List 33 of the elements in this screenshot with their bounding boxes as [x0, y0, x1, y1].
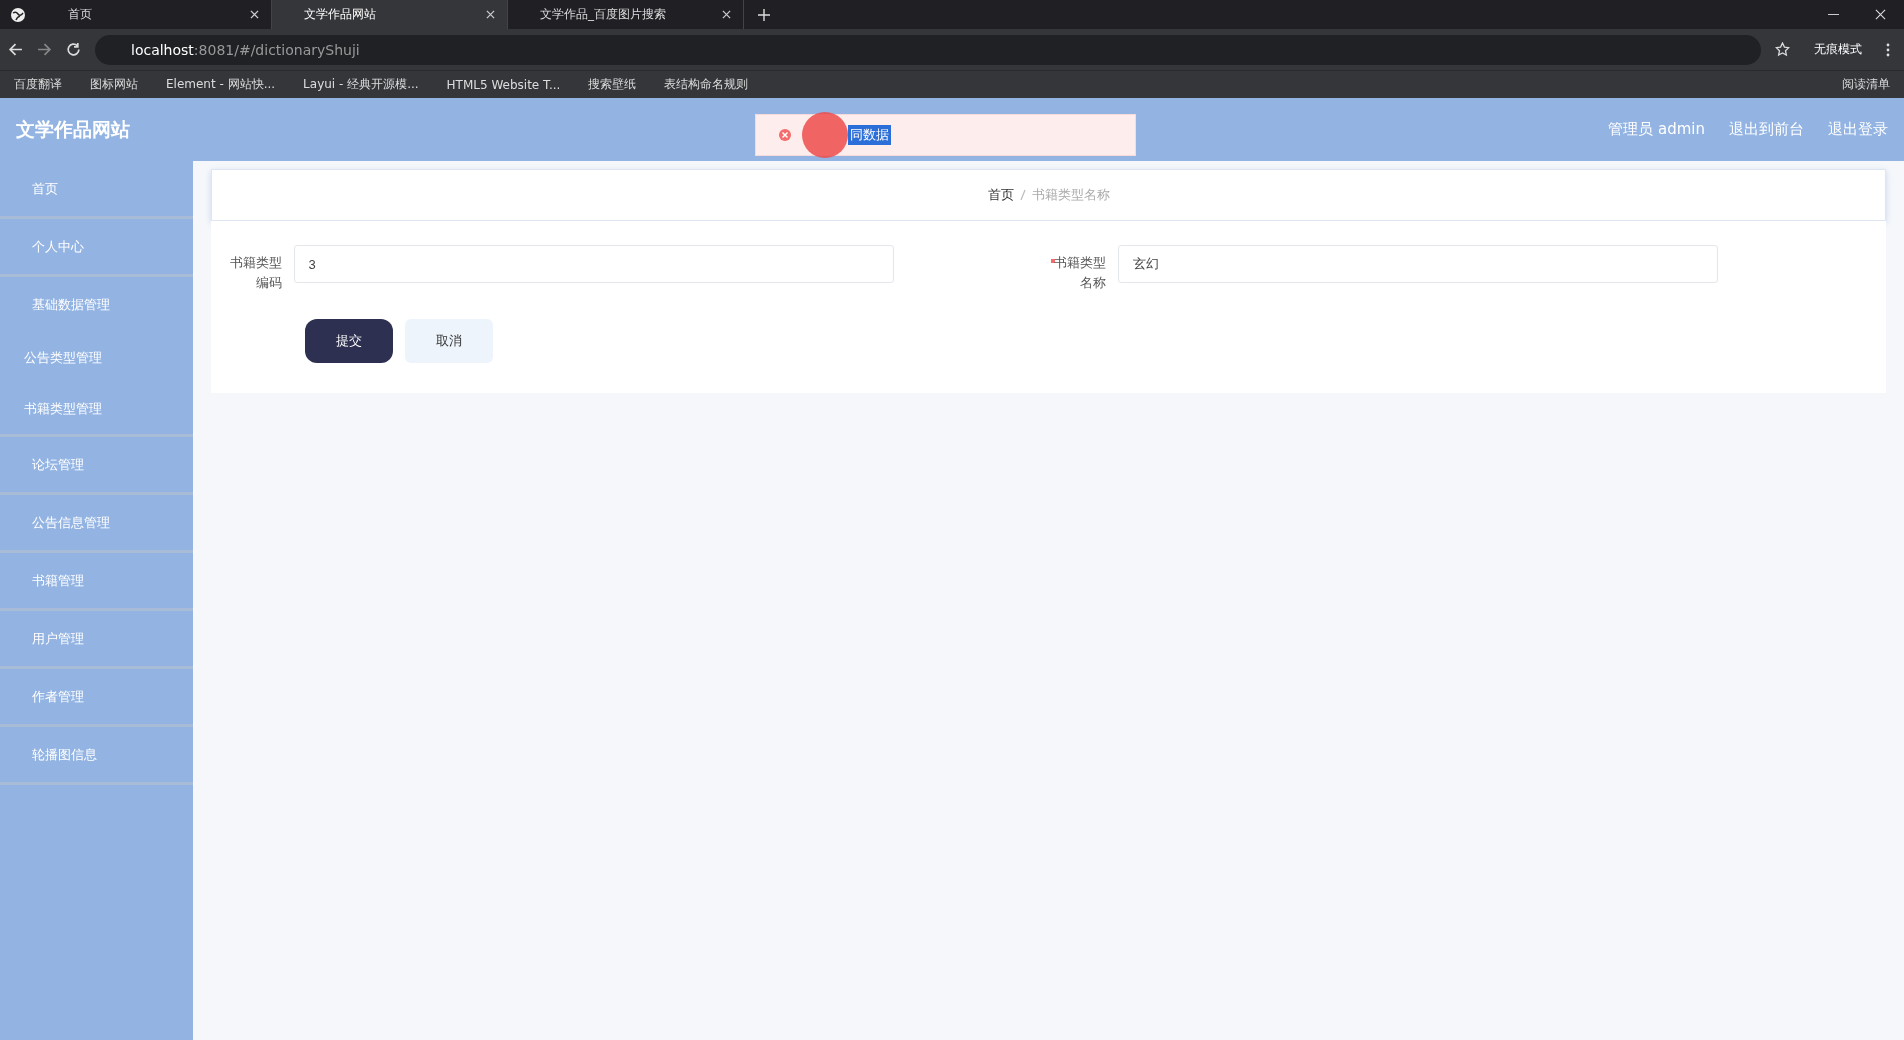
- bookmark[interactable]: 搜索壁纸: [588, 76, 637, 93]
- globe-icon: [10, 6, 26, 23]
- toast-message: 同数据: [848, 125, 891, 145]
- bookmark[interactable]: 百度翻译: [14, 76, 62, 93]
- bookmark[interactable]: Layui - 经典开源模...: [303, 76, 419, 93]
- bookmark[interactable]: Element - 网站快...: [166, 76, 276, 93]
- close-icon[interactable]: [486, 10, 495, 19]
- bookmark[interactable]: 图标网站: [90, 76, 138, 93]
- browser-tab[interactable]: 文学作品网站: [272, 0, 508, 29]
- field-label: 书籍类型编码: [228, 254, 282, 292]
- star-icon[interactable]: [1775, 42, 1790, 57]
- address-field[interactable]: localhost:8081/#/dictionaryShuji: [95, 34, 1761, 65]
- error-icon: [778, 128, 792, 142]
- reading-list-button[interactable]: 阅读清单: [1842, 76, 1890, 93]
- cancel-button[interactable]: 取消: [405, 319, 493, 363]
- breadcrumb-link[interactable]: 首页: [987, 186, 1014, 204]
- close-icon[interactable]: [1875, 9, 1886, 20]
- input-field[interactable]: 玄幻: [1117, 245, 1718, 283]
- close-icon[interactable]: [250, 10, 259, 19]
- reload-icon[interactable]: [66, 42, 81, 57]
- back-icon[interactable]: [8, 42, 23, 57]
- incognito-badge[interactable]: 无痕模式: [1804, 37, 1872, 62]
- cursor-highlight: [802, 112, 848, 158]
- bookmark[interactable]: HTML5 Website T...: [446, 77, 561, 92]
- forward-icon[interactable]: [37, 42, 52, 57]
- breadcrumb-separator: [1019, 189, 1026, 201]
- close-icon[interactable]: [722, 10, 731, 19]
- site-title: 文学作品网站: [16, 116, 130, 142]
- submit-button[interactable]: 提交: [305, 319, 393, 363]
- menu-icon[interactable]: [1886, 42, 1890, 57]
- bookmark[interactable]: 表结构命名规则: [664, 76, 749, 93]
- new-tab-icon[interactable]: [758, 8, 770, 21]
- input-field[interactable]: 3: [293, 245, 894, 283]
